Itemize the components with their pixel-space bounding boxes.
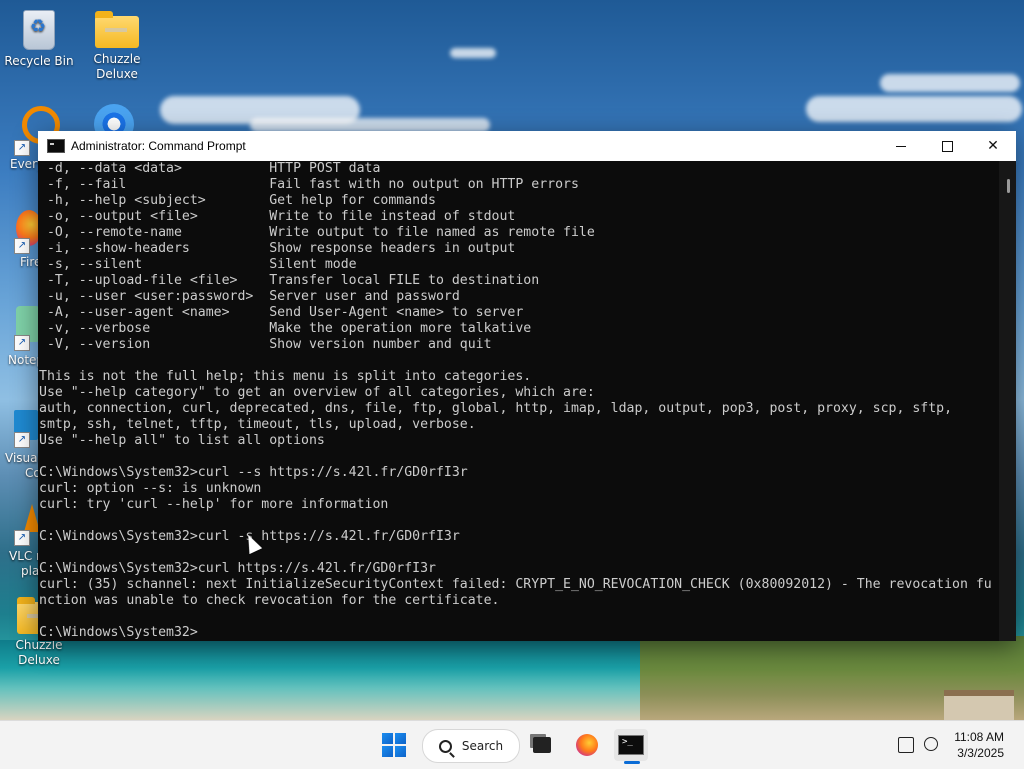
console-line: C:\Windows\System32>curl --s https://s.4… [39, 465, 468, 480]
task-view-button[interactable] [526, 729, 558, 761]
desktop-label-vlc: VLC r [9, 549, 42, 563]
desktop-icon-label: Recycle Bin [4, 54, 74, 68]
console-line: This is not the full help; this menu is … [39, 369, 532, 384]
desktop-icon-recycle-bin[interactable]: Recycle Bin [1, 10, 77, 69]
maximize-button[interactable] [924, 131, 970, 161]
active-app-indicator [624, 761, 640, 764]
clock-time: 11:08 AM [954, 730, 1004, 744]
recycle-bin-icon [23, 10, 55, 50]
console-line: nction was unable to check revocation fo… [39, 593, 500, 608]
console-line: auth, connection, curl, deprecated, dns,… [39, 401, 953, 416]
cloud [806, 96, 1022, 122]
console-line: -v, --verbose Make the operation more ta… [39, 321, 532, 336]
maximize-icon [941, 140, 953, 152]
console-line: smtp, ssh, telnet, tftp, timeout, tls, u… [39, 417, 476, 432]
console-line: curl: (35) schannel: next InitializeSecu… [39, 577, 992, 592]
console-line: -d, --data <data> HTTP POST data [39, 161, 381, 176]
console-line: -f, --fail Fail fast with no output on H… [39, 177, 579, 192]
minimize-icon [896, 145, 906, 147]
start-button[interactable] [378, 729, 410, 761]
vertical-scrollbar[interactable] [999, 161, 1016, 641]
console-line: -u, --user <user:password> Server user a… [39, 289, 460, 304]
clock-date: 3/3/2025 [957, 746, 1004, 760]
console-line: -i, --show-headers Show response headers… [39, 241, 516, 256]
console-area[interactable]: -d, --data <data> HTTP POST data -f, --f… [38, 161, 1016, 641]
console-line: curl: try 'curl --help' for more informa… [39, 497, 389, 512]
taskbar: Search 11:08 AM 3/3/2025 [0, 720, 1024, 769]
console-line: C:\Windows\System32>curl https://s.42l.f… [39, 561, 436, 576]
shortcut-arrow-icon: ↗ [14, 432, 30, 448]
console-output[interactable]: -d, --data <data> HTTP POST data -f, --f… [38, 161, 1016, 641]
desktop-icon-label: Chuzzle Deluxe [93, 52, 141, 81]
console-line: -o, --output <file> Write to file instea… [39, 209, 516, 224]
desktop-icon-label: Chuzzle Deluxe [15, 638, 63, 667]
close-button[interactable]: ✕ [970, 131, 1016, 161]
desktop-label-player: pla [21, 564, 40, 578]
network-icon[interactable] [898, 737, 914, 753]
console-line: -h, --help <subject> Get help for comman… [39, 193, 436, 208]
firefox-icon [576, 734, 598, 756]
minimize-button[interactable] [878, 131, 924, 161]
console-line: -A, --user-agent <name> Send User-Agent … [39, 305, 524, 320]
desktop-icon-chuzzle-deluxe[interactable]: Chuzzle Deluxe [79, 10, 155, 82]
command-prompt-window[interactable]: Administrator: Command Prompt ✕ -d, --da… [38, 131, 1016, 641]
command-prompt-icon [618, 735, 644, 755]
cloud [450, 48, 496, 58]
taskbar-clock[interactable]: 11:08 AM 3/3/2025 [954, 729, 1004, 761]
cloud [250, 118, 490, 132]
console-line: -T, --upload-file <file> Transfer local … [39, 273, 540, 288]
close-icon: ✕ [987, 138, 999, 154]
window-title: Administrator: Command Prompt [71, 139, 246, 153]
windows-logo-icon [382, 733, 406, 757]
shortcut-arrow-icon: ↗ [14, 238, 30, 254]
house-scenery [944, 690, 1014, 722]
console-line: Use "--help category" to get an overview… [39, 385, 595, 400]
command-prompt-icon [47, 139, 65, 153]
console-line: curl: option --s: is unknown [39, 481, 262, 496]
console-line: -s, --silent Silent mode [39, 257, 357, 272]
beach-scenery [0, 640, 640, 720]
shortcut-arrow-icon: ↗ [14, 140, 30, 156]
task-view-icon [533, 737, 551, 753]
desktop-label-visual-studio: Visual [5, 451, 41, 465]
console-line: -O, --remote-name Write output to file n… [39, 225, 595, 240]
search-label: Search [461, 739, 504, 753]
scrollbar-thumb[interactable] [1007, 179, 1010, 193]
console-line: Use "--help all" to list all options [39, 433, 325, 448]
window-titlebar[interactable]: Administrator: Command Prompt ✕ [38, 131, 1016, 161]
cloud [880, 74, 1020, 92]
folder-icon [95, 11, 139, 48]
taskbar-command-prompt[interactable] [614, 729, 648, 761]
console-line: C:\Windows\System32> [39, 625, 198, 640]
volume-muted-icon[interactable] [924, 737, 938, 751]
taskbar-firefox[interactable] [571, 729, 603, 761]
console-line: -V, --version Show version number and qu… [39, 337, 492, 352]
taskbar-search[interactable]: Search [422, 729, 520, 763]
search-icon [438, 739, 452, 753]
shortcut-arrow-icon: ↗ [14, 335, 30, 351]
shortcut-arrow-icon: ↗ [14, 530, 30, 546]
